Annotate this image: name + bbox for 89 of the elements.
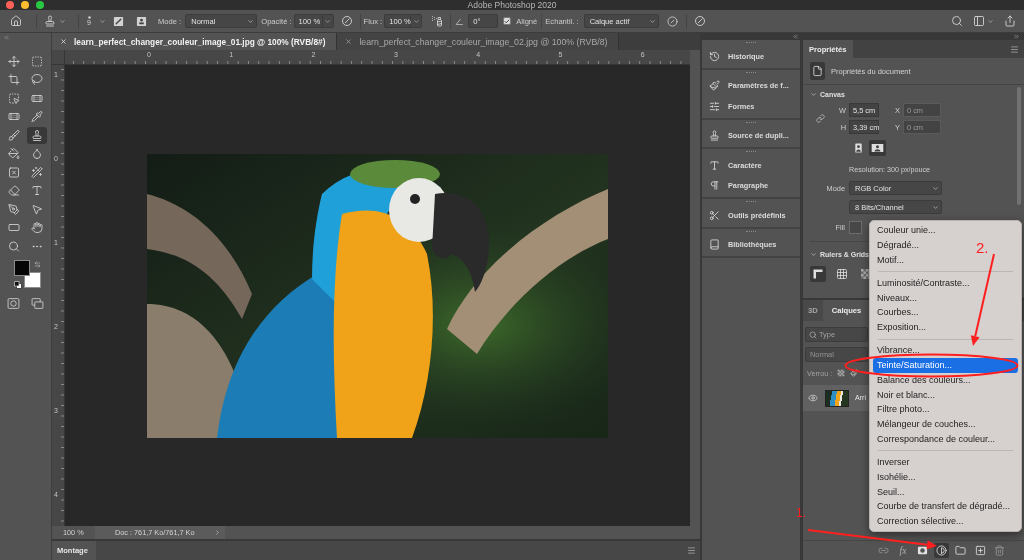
caret-icon[interactable] — [99, 17, 106, 25]
grip-handle[interactable] — [746, 151, 756, 153]
expand-icon[interactable] — [1013, 33, 1020, 40]
ruler-corner-icon[interactable] — [810, 266, 826, 282]
collapse-icon[interactable] — [792, 33, 799, 40]
window-close-button[interactable] — [6, 1, 14, 9]
caret-icon[interactable] — [247, 17, 255, 25]
default-colors-icon[interactable] — [13, 280, 22, 289]
caret-icon[interactable] — [987, 17, 994, 25]
stamp-icon — [709, 130, 720, 142]
menu-item[interactable]: Motif... — [873, 252, 910, 268]
pilcrow-icon — [709, 180, 720, 192]
document-icon — [810, 62, 825, 80]
panel-layout-icon[interactable] — [973, 15, 985, 27]
angle-icon — [455, 16, 465, 26]
menu-item[interactable]: Correspondance de couleur... — [873, 432, 1002, 447]
menu-item[interactable]: Noir et blanc... — [873, 387, 942, 403]
menu-item[interactable]: Couleur unie... — [873, 223, 942, 239]
menu-item[interactable]: Dégradé... — [873, 238, 926, 253]
menu-item[interactable]: Vibrance... — [873, 343, 926, 359]
history-icon — [709, 50, 720, 62]
landscape-icon[interactable] — [869, 139, 886, 156]
folder-icon[interactable] — [953, 543, 969, 558]
window-title: Adobe Photoshop 2020 — [467, 0, 557, 10]
step-number: 1. — [796, 507, 806, 519]
circle-slash-icon[interactable] — [666, 15, 678, 27]
grip-handle[interactable] — [746, 42, 756, 44]
grip-handle[interactable] — [746, 230, 756, 233]
menu-item[interactable]: Balance des couleurs... — [873, 372, 977, 388]
document-tab[interactable]: learn_perfect_changer_couleur_image_02.jpg @ 100% (RVB/8) — [337, 33, 620, 50]
window-zoom-button[interactable] — [36, 1, 44, 9]
link-icon[interactable] — [815, 114, 825, 123]
search-icon — [809, 330, 817, 339]
chevron-icon[interactable] — [810, 90, 817, 98]
menu-icon[interactable] — [687, 546, 696, 555]
chevron-right-icon[interactable] — [214, 529, 221, 536]
share-icon[interactable] — [1004, 15, 1016, 27]
menu-item[interactable]: Inverser — [873, 455, 916, 470]
fill-swatch[interactable] — [849, 220, 862, 234]
layer-thumbnail-photo — [825, 389, 849, 407]
menu-icon[interactable] — [1010, 44, 1019, 54]
stamp-icon[interactable] — [27, 126, 47, 144]
caret-icon[interactable] — [648, 17, 656, 25]
pen-circle-icon[interactable] — [340, 15, 353, 27]
step-number: 2. — [976, 240, 989, 255]
search-icon[interactable] — [951, 15, 963, 27]
quick-mask-icon[interactable] — [7, 296, 20, 310]
window-minimize-button[interactable] — [21, 1, 29, 9]
half-circle-icon[interactable] — [934, 543, 950, 558]
scissors-icon — [709, 209, 720, 221]
foreground-color-swatch[interactable] — [13, 259, 30, 276]
visibility-eye-icon[interactable] — [808, 393, 818, 403]
screen-mode-icon[interactable] — [31, 296, 44, 310]
menu-item[interactable]: Luminosité/Contraste... — [873, 275, 976, 291]
home-icon[interactable] — [10, 15, 22, 27]
checkerboard-icon[interactable] — [837, 369, 846, 377]
document-tab[interactable]: learn_perfect_changer_couleur_image_01.jpg @ 100% (RVB/8#) — [52, 33, 338, 50]
caret-icon[interactable] — [59, 17, 66, 25]
aligned-checkbox[interactable] — [503, 17, 512, 25]
swap-arrows-icon[interactable] — [33, 260, 41, 268]
close-icon[interactable] — [345, 38, 353, 45]
grip-handle[interactable] — [746, 201, 756, 203]
sliders-icon — [709, 100, 720, 112]
grid-icon[interactable] — [834, 266, 850, 282]
paintbrush-icon — [709, 80, 720, 92]
menu-item[interactable]: Courbes... — [873, 305, 925, 321]
menu-item[interactable]: Mélangeur de couches... — [873, 417, 982, 433]
menu-item[interactable]: Filtre photo... — [873, 402, 936, 418]
menu-item[interactable]: Seuil... — [873, 484, 911, 500]
menu-item[interactable]: Exposition... — [873, 320, 933, 336]
menu-item[interactable]: Niveaux... — [873, 290, 924, 306]
menu-item[interactable]: Courbe de transfert de dégradé... — [873, 499, 1017, 515]
menu-item[interactable]: Correction sélective... — [873, 514, 970, 529]
grip-handle[interactable] — [746, 71, 756, 74]
brush-panel-icon[interactable] — [113, 15, 124, 27]
caret-icon[interactable] — [932, 184, 939, 192]
stamp-icon[interactable] — [44, 15, 56, 27]
grip-handle[interactable] — [746, 121, 756, 124]
menu-item[interactable]: Teinte/Saturation... — [873, 358, 1018, 373]
caret-icon[interactable] — [932, 203, 939, 211]
brush-tip-icon[interactable] — [87, 15, 91, 19]
pen-circle-icon[interactable] — [693, 15, 706, 27]
clone-source-icon[interactable] — [136, 15, 147, 27]
check-icon — [504, 17, 511, 25]
menu-item[interactable]: Isohélie... — [873, 469, 922, 485]
book-icon — [709, 239, 720, 251]
chevron-icon[interactable] — [810, 250, 817, 258]
paintbrush-icon[interactable] — [850, 369, 859, 377]
type-icon — [709, 159, 720, 171]
